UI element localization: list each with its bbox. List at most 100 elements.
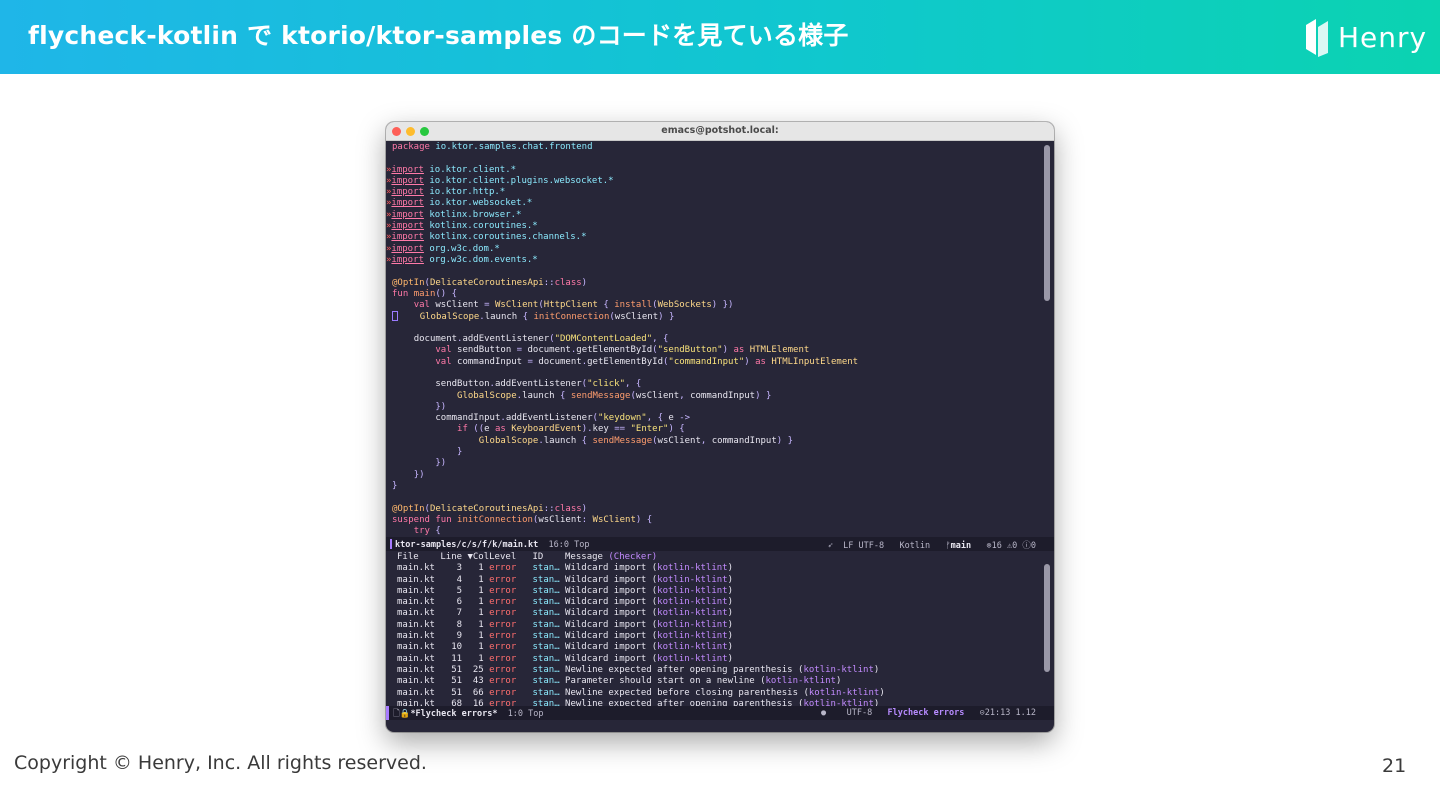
keyword: val (435, 345, 452, 356)
error-line: 9 (440, 631, 463, 642)
error-list-row[interactable]: main.kt 11 1 error stan… Wildcard import… (386, 654, 1054, 665)
rocket-icon: ➶ (827, 541, 833, 551)
header-level: Level (489, 552, 533, 562)
error-checker: kotlin-ktlint (657, 653, 728, 664)
header-checker: (Checker) (608, 552, 658, 562)
error-list-row[interactable]: main.kt 8 1 error stan… Wildcard import … (386, 620, 1054, 631)
error-line: 10 (440, 642, 463, 653)
modeline-clock: 21:13 (984, 708, 1011, 718)
header-file: File (397, 552, 441, 562)
error-line: 51 (440, 664, 463, 675)
function-name: sendMessage (592, 435, 653, 446)
type-name: WebSockets (657, 300, 712, 311)
error-file: main.kt (397, 563, 441, 574)
punctuation: { (679, 424, 685, 435)
identifier: launch (543, 435, 577, 446)
keyword: fun (392, 288, 409, 299)
type-name: DelicateCoroutinesApi (429, 503, 544, 514)
punctuation: ) (727, 642, 734, 653)
error-list-scrollbar[interactable] (1044, 564, 1050, 672)
slide-header: flycheck-kotlin で ktorio/ktor-samples のコ… (0, 0, 1440, 74)
error-level: error (489, 687, 533, 698)
error-list-row[interactable]: main.kt 9 1 error stan… Wildcard import … (386, 631, 1054, 642)
error-list-row[interactable]: main.kt 6 1 error stan… Wildcard import … (386, 597, 1054, 608)
punctuation: { (451, 288, 458, 299)
error-line: 68 (440, 698, 463, 706)
error-checker: kotlin-ktlint (765, 676, 836, 687)
error-level: error (489, 664, 533, 675)
header-id: ID (532, 552, 566, 562)
error-message: Wildcard import ( (559, 597, 658, 608)
error-list-row[interactable]: main.kt 51 66 error stan… Newline expect… (386, 688, 1054, 699)
error-list-row[interactable]: main.kt 51 43 error stan… Parameter shou… (386, 676, 1054, 687)
identifier: launch (484, 312, 518, 323)
error-list-row[interactable]: main.kt 4 1 error stan… Wildcard import … (386, 575, 1054, 586)
type-name: GlobalScope (478, 435, 539, 446)
error-col: 1 (462, 653, 484, 664)
error-id: stan… (532, 608, 560, 619)
error-list-row[interactable]: main.kt 10 1 error stan… Wildcard import… (386, 642, 1054, 653)
lock-icon: 🔒 (399, 709, 411, 719)
keyword: import (391, 221, 424, 232)
keyword: as (733, 345, 745, 356)
error-level: error (489, 619, 533, 630)
error-file: main.kt (397, 676, 441, 687)
error-list-row[interactable]: main.kt 51 25 error stan… Newline expect… (386, 665, 1054, 676)
error-list-row[interactable]: main.kt 68 16 error stan… Newline expect… (386, 699, 1054, 706)
code-line: »import kotlinx.browser.* (386, 210, 1054, 221)
punctuation: ) (727, 608, 734, 619)
annotation: @OptIn (392, 503, 425, 514)
henry-logo-text: Henry (1338, 20, 1428, 54)
henry-logo-icon (1306, 19, 1328, 57)
identifier: key (592, 424, 609, 435)
flycheck-error-list[interactable]: File Line ▼ColLevel ID Message (Checker)… (386, 552, 1054, 706)
error-level: error (489, 608, 533, 619)
punctuation: { (646, 514, 653, 525)
keyword: import (391, 243, 424, 254)
error-id: stan… (532, 631, 560, 642)
header-col: ▼Col (467, 552, 490, 562)
slide-title: flycheck-kotlin で ktorio/ktor-samples のコ… (28, 21, 849, 50)
error-list-row[interactable]: main.kt 7 1 error stan… Wildcard import … (386, 608, 1054, 619)
punctuation: ) (581, 503, 588, 514)
identifier: wsClient (635, 390, 680, 401)
error-list-row[interactable]: main.kt 5 1 error stan… Wildcard import … (386, 586, 1054, 597)
error-file: main.kt (397, 664, 441, 675)
error-message: Wildcard import ( (559, 619, 658, 630)
identifier: wsClient (657, 435, 701, 446)
punctuation: } (787, 435, 794, 446)
error-level: error (489, 585, 533, 596)
identifier: document (413, 334, 458, 345)
error-file: main.kt (397, 631, 441, 642)
keyword: fun (435, 514, 452, 525)
window-title: emacs@potshot.local: (661, 125, 779, 136)
error-id: stan… (532, 574, 560, 585)
punctuation: ) (835, 676, 842, 687)
error-message: Newline expected before closing parenthe… (559, 687, 809, 698)
punctuation: } (457, 447, 463, 458)
string-literal: "sendButton" (657, 345, 723, 356)
code-line: @OptIn(DelicateCoroutinesApi::class) (386, 504, 1054, 515)
punctuation: ) (727, 631, 734, 642)
modeline-encoding: UTF-8 (846, 708, 873, 718)
keyword: val (413, 300, 430, 311)
editor-scrollbar[interactable] (1044, 145, 1050, 301)
punctuation: }) (435, 458, 447, 469)
identifier: commandInput (711, 435, 777, 446)
error-list-row[interactable]: main.kt 3 1 error stan… Wildcard import … (386, 563, 1054, 574)
string-literal: "DOMContentLoaded" (554, 334, 653, 345)
window-titlebar[interactable]: emacs@potshot.local: (386, 122, 1054, 141)
error-id: stan… (532, 619, 560, 630)
code-line: commandInput.addEventListener("keydown",… (386, 413, 1054, 424)
identifier: commandInput (690, 390, 756, 401)
error-line: 3 (440, 563, 463, 574)
punctuation: ) (879, 687, 885, 698)
type-name: HttpClient (543, 300, 598, 311)
header-message: Message (565, 552, 609, 562)
error-col: 66 (462, 687, 484, 698)
error-col: 16 (462, 698, 484, 706)
code-editor[interactable]: package io.ktor.samples.chat.frontend »im… (386, 142, 1054, 537)
